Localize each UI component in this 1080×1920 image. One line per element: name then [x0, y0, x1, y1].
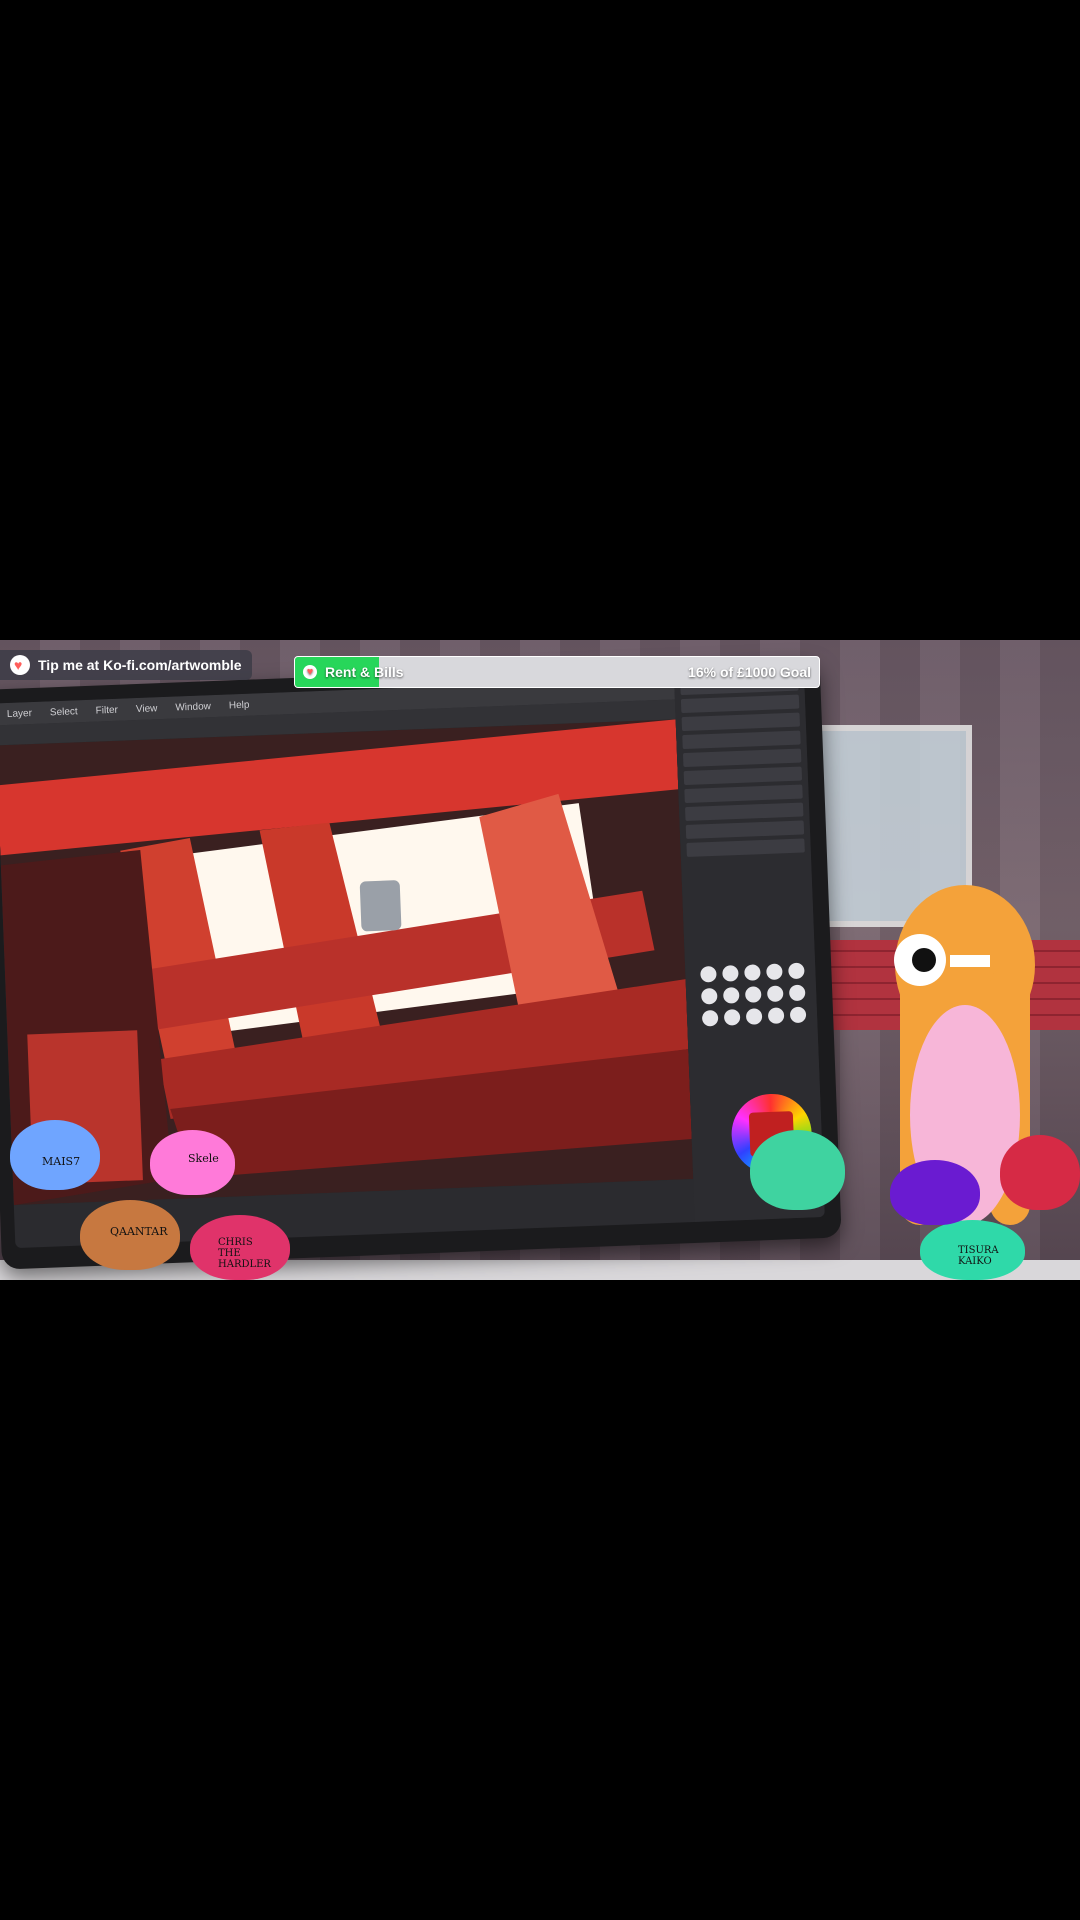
swatch[interactable] [744, 986, 762, 1003]
brush-setting[interactable] [684, 784, 803, 804]
swatch[interactable] [744, 964, 761, 981]
drawing-tablet: Layer Select Filter View Window Help [0, 657, 842, 1270]
swatch[interactable] [723, 1009, 741, 1026]
swatch[interactable] [700, 987, 718, 1005]
chat-bird-name: QAANTAR [110, 1225, 168, 1238]
donation-goal-bar: ♥ Rent & Bills 16% of £1000 Goal [294, 656, 820, 688]
kofi-label: Tip me at Ko-fi.com/artwomble [38, 657, 242, 673]
brush-setting[interactable] [685, 820, 805, 839]
brush-setting[interactable] [686, 838, 805, 857]
swatch[interactable] [722, 987, 740, 1004]
brush-setting[interactable] [685, 802, 804, 822]
brush-size-swatches [700, 962, 807, 1027]
brush-preset[interactable] [680, 694, 800, 714]
heart-icon: ♥ [303, 665, 317, 679]
chat-bird-name: CHRIS THE HARDLER [218, 1237, 271, 1270]
artwork [0, 719, 694, 1206]
brush-preset[interactable] [682, 748, 802, 768]
chat-bird-name: TISURA KAIKO [958, 1245, 999, 1267]
brush-preset[interactable] [681, 712, 801, 732]
drawing-canvas[interactable] [0, 719, 694, 1206]
menu-item-filter[interactable]: Filter [95, 704, 118, 716]
brush-preset[interactable] [683, 766, 803, 786]
chat-bird [1000, 1135, 1080, 1210]
chat-bird [750, 1130, 845, 1210]
swatch[interactable] [701, 1009, 719, 1027]
goal-title: Rent & Bills [325, 664, 404, 680]
mug [359, 880, 402, 932]
menu-item-help[interactable]: Help [229, 699, 250, 711]
menu-item-window[interactable]: Window [175, 701, 211, 713]
chat-bird-name: Skele [188, 1152, 219, 1165]
swatch[interactable] [700, 965, 717, 983]
menu-item-layer[interactable]: Layer [7, 708, 32, 720]
brush-preset[interactable] [682, 730, 801, 750]
swatch[interactable] [745, 1008, 763, 1025]
goal-status: 16% of £1000 Goal [688, 664, 811, 680]
chat-bird-name: MAIS7 [42, 1155, 81, 1168]
menu-item-select[interactable]: Select [50, 706, 78, 718]
heart-cup-icon [10, 655, 30, 675]
tablet-screen: Layer Select Filter View Window Help [0, 672, 825, 1249]
swatch[interactable] [722, 965, 739, 982]
swatch[interactable] [766, 963, 783, 981]
chat-bird [890, 1160, 980, 1225]
stream-video: Layer Select Filter View Window Help MAI… [0, 640, 1080, 1280]
swatch[interactable] [766, 985, 784, 1002]
swatch[interactable] [767, 1007, 785, 1024]
menu-item-view[interactable]: View [136, 703, 158, 715]
kofi-banner[interactable]: Tip me at Ko-fi.com/artwomble [0, 650, 252, 680]
